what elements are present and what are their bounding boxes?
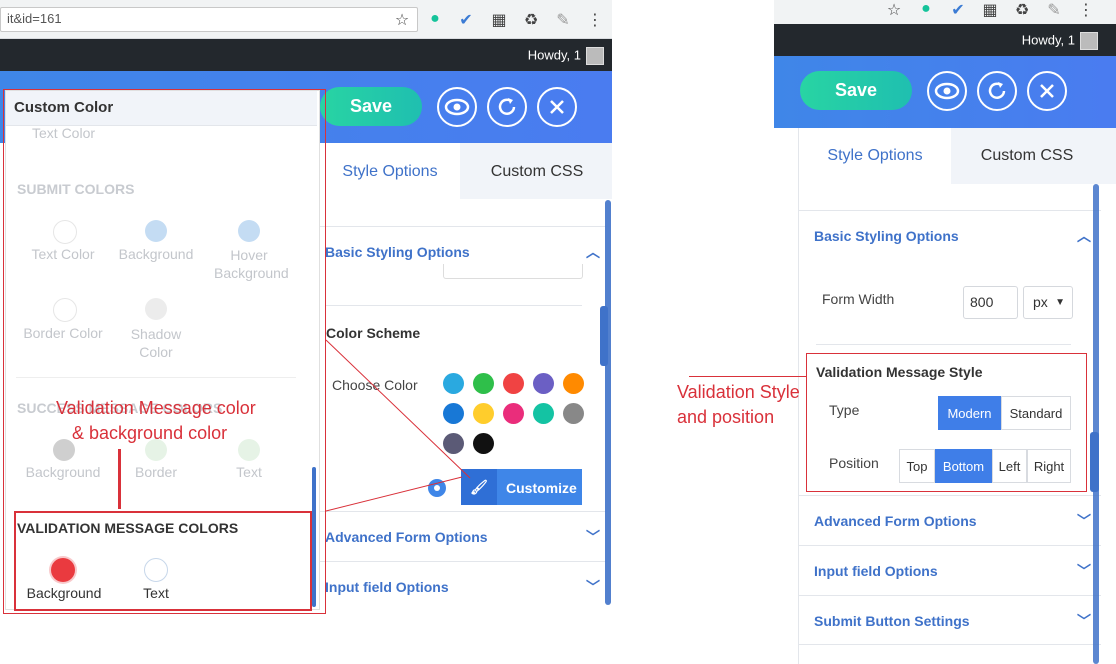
preview-eye-button[interactable] bbox=[927, 71, 967, 111]
grammarly-icon[interactable]: ● bbox=[914, 0, 938, 18]
unit-value: px bbox=[1033, 294, 1048, 310]
validation-style-title: Validation Message Style bbox=[816, 364, 983, 380]
refresh-button[interactable] bbox=[977, 71, 1017, 111]
position-right-button[interactable]: Right bbox=[1027, 449, 1071, 483]
scrollbar-thumb[interactable] bbox=[1090, 432, 1099, 492]
position-top-label: Top bbox=[906, 459, 928, 474]
position-top-button[interactable]: Top bbox=[899, 449, 935, 483]
annotation-line-1: Validation Style bbox=[677, 382, 800, 402]
tab-style-options-label: Style Options bbox=[827, 147, 923, 164]
accordion-basic-styling-label: Basic Styling Options bbox=[814, 228, 959, 244]
tab-style-options[interactable]: Style Options bbox=[799, 128, 951, 184]
eye-icon bbox=[934, 82, 960, 100]
form-width-input[interactable]: 800 bbox=[963, 286, 1018, 319]
tab-custom-css[interactable]: Custom CSS bbox=[953, 128, 1101, 184]
annotation-pointer bbox=[689, 376, 806, 377]
save-label: Save bbox=[834, 80, 878, 100]
connector-lines bbox=[325, 339, 471, 512]
refresh-icon bbox=[988, 82, 1006, 99]
howdy-user[interactable]: Howdy, 1 bbox=[1022, 32, 1098, 50]
position-label: Position bbox=[829, 455, 879, 471]
accordion-submit-button-label: Submit Button Settings bbox=[814, 613, 970, 629]
type-standard-label: Standard bbox=[1009, 406, 1063, 421]
position-left-button[interactable]: Left bbox=[992, 449, 1027, 483]
admin-bar: Howdy, 1 bbox=[774, 24, 1116, 56]
spellcheck-icon[interactable]: ✔ bbox=[946, 0, 970, 20]
annotation-line-2: and position bbox=[677, 407, 775, 427]
chevron-down-icon: ﹀ bbox=[1077, 513, 1091, 529]
close-icon bbox=[1040, 84, 1054, 98]
form-width-label: Form Width bbox=[822, 291, 895, 307]
chevron-up-icon: ︿ bbox=[1077, 228, 1091, 244]
type-modern-button[interactable]: Modern bbox=[938, 396, 1001, 430]
accordion-input-field-label: Input field Options bbox=[814, 563, 938, 579]
position-left-label: Left bbox=[998, 459, 1021, 474]
film-icon[interactable]: ▦ bbox=[978, 0, 1002, 20]
divider bbox=[816, 344, 1071, 345]
form-width-value: 800 bbox=[970, 294, 994, 310]
caret-down-icon: ▼ bbox=[1055, 297, 1065, 308]
position-right-label: Right bbox=[1033, 459, 1065, 474]
bookmark-star-icon[interactable]: ☆ bbox=[882, 0, 906, 20]
scrollbar[interactable] bbox=[1093, 184, 1099, 664]
howdy-text: Howdy, 1 bbox=[1021, 32, 1075, 48]
unit-select[interactable]: px ▼ bbox=[1023, 286, 1073, 319]
chevron-down-icon: ﹀ bbox=[1077, 563, 1091, 579]
accordion-input-field[interactable]: Input field Options ﹀ bbox=[799, 545, 1101, 595]
position-bottom-label: Bottom bbox=[942, 459, 985, 474]
position-bottom-button[interactable]: Bottom bbox=[935, 449, 992, 483]
type-label: Type bbox=[829, 402, 860, 418]
avatar bbox=[1080, 32, 1098, 50]
accordion-submit-button[interactable]: Submit Button Settings ﹀ bbox=[799, 595, 1101, 645]
type-modern-label: Modern bbox=[947, 406, 992, 421]
type-standard-button[interactable]: Standard bbox=[1001, 396, 1071, 430]
accordion-basic-styling[interactable]: Basic Styling Options ︿ bbox=[799, 210, 1101, 260]
accordion-advanced-form-label: Advanced Form Options bbox=[814, 513, 977, 529]
accordion-advanced-form[interactable]: Advanced Form Options ﹀ bbox=[799, 495, 1101, 545]
tab-custom-css-label: Custom CSS bbox=[980, 147, 1074, 164]
more-menu-icon[interactable]: ⋮ bbox=[1074, 0, 1098, 20]
chevron-down-icon: ﹀ bbox=[1077, 613, 1091, 629]
pencil-icon[interactable]: ✎ bbox=[1042, 0, 1066, 20]
recycle-icon[interactable]: ♻ bbox=[1010, 0, 1034, 20]
close-button[interactable] bbox=[1027, 71, 1067, 111]
save-button[interactable]: Save bbox=[800, 71, 912, 110]
